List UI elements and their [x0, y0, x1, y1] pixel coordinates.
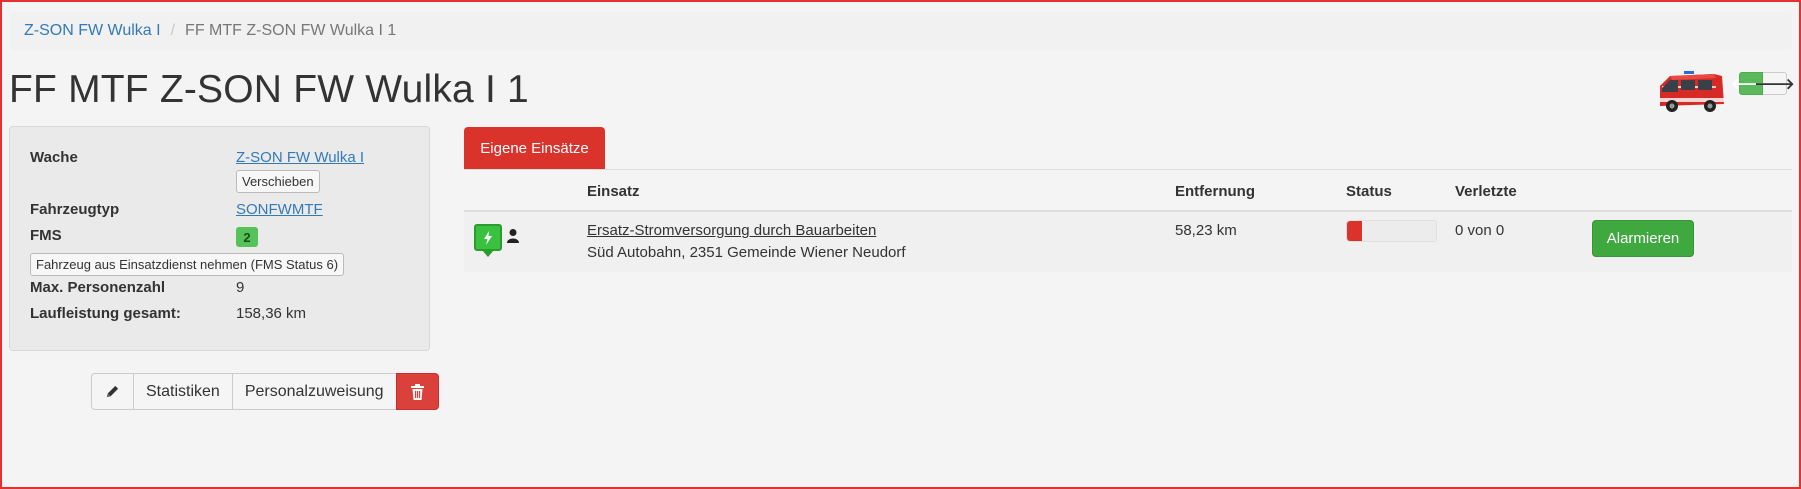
lightning-icon: [474, 224, 502, 251]
mission-marker-tip: [482, 250, 494, 257]
vehicle-info-panel: Wache Z-SON FW Wulka I Verschieben Fahrz…: [9, 126, 430, 351]
tab-divider: [464, 169, 1792, 170]
mileage-value: 158,36 km: [236, 305, 307, 322]
column-header-entfernung: Entfernung: [1175, 183, 1255, 200]
out-of-service-button[interactable]: Fahrzeug aus Einsatzdienst nehmen (FMS S…: [30, 253, 345, 276]
pencil-icon: [106, 385, 119, 398]
arrow-right-icon[interactable]: 🡒: [1754, 72, 1795, 95]
alarm-button[interactable]: Alarmieren: [1592, 220, 1694, 257]
delete-button[interactable]: [395, 373, 439, 410]
column-header-verletzte: Verletzte: [1455, 183, 1517, 200]
wache-link[interactable]: Z-SON FW Wulka I: [236, 149, 364, 166]
fms-label: FMS: [30, 227, 62, 244]
breadcrumb: Z-SON FW Wulka I / FF MTF Z-SON FW Wulka…: [10, 12, 1792, 50]
mission-injured: 0 von 0: [1455, 222, 1505, 239]
vehicle-actions: Statistiken Personalzuweisung: [91, 373, 439, 410]
mission-status-progress-fill: [1347, 221, 1363, 241]
page-title: FF MTF Z-SON FW Wulka I 1: [9, 68, 529, 111]
statistics-button[interactable]: Statistiken: [133, 373, 233, 410]
breadcrumb-parent-link[interactable]: Z-SON FW Wulka I: [24, 22, 161, 40]
vehicle-type-link[interactable]: SONFWMTF: [236, 201, 323, 218]
wache-label: Wache: [30, 149, 78, 166]
trash-icon: [410, 383, 424, 400]
tab-own-missions[interactable]: Eigene Einsätze: [464, 127, 605, 170]
max-persons-value: 9: [236, 279, 245, 296]
move-button[interactable]: Verschieben: [236, 170, 320, 193]
fire-van-image: [1660, 71, 1724, 112]
column-header-status: Status: [1346, 183, 1392, 200]
max-persons-label: Max. Personenzahl: [30, 279, 166, 296]
fms-status-badge: 2: [236, 227, 258, 247]
column-header-einsatz: Einsatz: [587, 183, 640, 200]
page: Z-SON FW Wulka I / FF MTF Z-SON FW Wulka…: [2, 2, 1799, 487]
mileage-label: Laufleistung gesamt:: [30, 305, 181, 322]
personnel-assignment-button[interactable]: Personalzuweisung: [231, 373, 397, 410]
edit-button[interactable]: [91, 373, 134, 410]
person-icon: [507, 229, 519, 243]
mission-status-progress: [1346, 220, 1437, 242]
vehicle-type-label: Fahrzeugtyp: [30, 201, 120, 218]
mission-title-link[interactable]: Ersatz-Stromversorgung durch Bauarbeiten: [587, 222, 876, 239]
breadcrumb-separator: /: [170, 22, 176, 39]
vehicle-navigation: 🡐 🡒: [1731, 72, 1795, 95]
breadcrumb-current: FF MTF Z-SON FW Wulka I 1: [185, 22, 397, 39]
mission-address: Süd Autobahn, 2351 Gemeinde Wiener Neudo…: [587, 244, 906, 261]
mission-distance: 58,23 km: [1175, 222, 1237, 239]
